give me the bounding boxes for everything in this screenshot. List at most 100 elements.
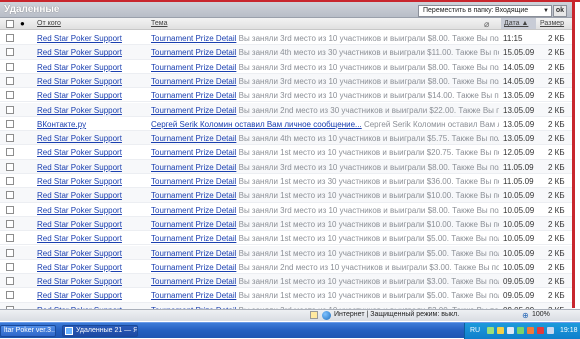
message-row[interactable]: Red Star Poker Support Tournament Prize D… — [0, 131, 574, 146]
message-row[interactable]: Red Star Poker Support Tournament Prize D… — [0, 216, 574, 232]
message-sender[interactable]: Red Star Poker Support — [37, 91, 122, 100]
network-icon[interactable] — [487, 327, 494, 334]
message-row[interactable]: Red Star Poker Support Tournament Prize D… — [0, 245, 574, 260]
taskbar-item-mail[interactable]: Удаленные 21 — Я... — [62, 325, 138, 337]
message-sender[interactable]: ВКонтакте.ру — [37, 120, 86, 129]
message-row[interactable]: Red Star Poker Support Tournament Prize D… — [0, 45, 574, 60]
message-subject-cell[interactable]: Tournament Prize Detail Вы заняли 4th ме… — [151, 134, 499, 143]
message-subject-cell[interactable]: Tournament Prize Detail Вы заняли 3rd ме… — [151, 206, 499, 215]
message-subject-cell[interactable]: Tournament Prize Detail Вы заняли 2nd ме… — [151, 106, 499, 115]
message-subject[interactable]: Сергей Serik Коломин оставил Вам личное … — [151, 120, 362, 129]
message-sender[interactable]: Red Star Poker Support — [37, 77, 122, 86]
volume-icon[interactable] — [507, 327, 514, 334]
message-subject-cell[interactable]: Tournament Prize Detail Вы заняли 1st ме… — [151, 249, 499, 258]
message-sender[interactable]: Red Star Poker Support — [37, 220, 122, 229]
message-sender[interactable]: Red Star Poker Support — [37, 34, 122, 43]
message-sender[interactable]: Red Star Poker Support — [37, 206, 122, 215]
message-sender[interactable]: Red Star Poker Support — [37, 249, 122, 258]
column-size[interactable]: Размер — [540, 20, 564, 27]
message-row[interactable]: Red Star Poker Support Tournament Prize D… — [0, 60, 574, 74]
message-subject-cell[interactable]: Tournament Prize Detail Вы заняли 4th ме… — [151, 48, 499, 57]
message-checkbox[interactable] — [6, 219, 14, 228]
move-to-folder-select[interactable]: Переместить в папку: Входящие ▼ — [418, 5, 552, 17]
message-subject[interactable]: Tournament Prize Detail — [151, 91, 236, 100]
message-subject-cell[interactable]: Tournament Prize Detail Вы заняли 1st ме… — [151, 291, 499, 300]
message-subject[interactable]: Tournament Prize Detail — [151, 148, 236, 157]
message-row[interactable]: Red Star Poker Support Tournament Prize D… — [0, 203, 574, 217]
antivirus-icon[interactable] — [537, 327, 544, 334]
message-subject[interactable]: Tournament Prize Detail — [151, 106, 236, 115]
message-subject[interactable]: Tournament Prize Detail — [151, 206, 236, 215]
message-subject-cell[interactable]: Tournament Prize Detail Вы заняли 1st ме… — [151, 191, 499, 200]
message-sender[interactable]: Red Star Poker Support — [37, 63, 122, 72]
message-row[interactable]: ВКонтакте.ру Сергей Serik Коломин оставил… — [0, 117, 574, 132]
message-checkbox[interactable] — [6, 234, 14, 243]
message-subject-cell[interactable]: Сергей Serik Коломин оставил Вам личное … — [151, 120, 499, 129]
zoom-level[interactable]: 100% — [532, 311, 550, 318]
shield-icon[interactable] — [497, 327, 504, 334]
message-row[interactable]: Red Star Poker Support Tournament Prize D… — [0, 174, 574, 189]
message-sender[interactable]: Red Star Poker Support — [37, 263, 122, 272]
message-checkbox[interactable] — [6, 119, 14, 128]
message-checkbox[interactable] — [6, 148, 14, 157]
message-row[interactable]: Red Star Poker Support Tournament Prize D… — [0, 102, 574, 117]
ok-button[interactable]: ok — [553, 5, 567, 17]
message-checkbox[interactable] — [6, 162, 14, 171]
message-subject[interactable]: Tournament Prize Detail — [151, 48, 236, 57]
message-subject-cell[interactable]: Tournament Prize Detail Вы заняли 3rd ме… — [151, 91, 499, 100]
message-checkbox[interactable] — [6, 177, 14, 185]
message-subject[interactable]: Tournament Prize Detail — [151, 234, 236, 243]
message-subject-cell[interactable]: Tournament Prize Detail Вы заняли 2nd ме… — [151, 263, 499, 272]
message-subject-cell[interactable]: Tournament Prize Detail Вы заняли 1st ме… — [151, 277, 499, 286]
message-row[interactable]: Red Star Poker Support Tournament Prize D… — [0, 31, 574, 46]
message-sender[interactable]: Red Star Poker Support — [37, 291, 122, 300]
message-checkbox[interactable] — [6, 248, 14, 257]
update-icon[interactable] — [527, 327, 534, 334]
message-checkbox[interactable] — [6, 91, 14, 100]
message-sender[interactable]: Red Star Poker Support — [37, 48, 122, 57]
message-sender[interactable]: Red Star Poker Support — [37, 277, 122, 286]
message-subject[interactable]: Tournament Prize Detail — [151, 291, 236, 300]
message-checkbox[interactable] — [6, 291, 14, 300]
message-row[interactable]: Red Star Poker Support Tournament Prize D… — [0, 288, 574, 303]
message-subject-cell[interactable]: Tournament Prize Detail Вы заняли 1st ме… — [151, 148, 499, 157]
message-sender[interactable]: Red Star Poker Support — [37, 134, 122, 143]
attachment-clip-icon[interactable]: ⌀ — [484, 19, 489, 30]
language-indicator[interactable]: RU — [470, 327, 480, 334]
message-subject-cell[interactable]: Tournament Prize Detail Вы заняли 3rd ме… — [151, 63, 499, 72]
column-subject[interactable]: Тема — [151, 20, 167, 27]
message-row[interactable]: Red Star Poker Support Tournament Prize D… — [0, 73, 574, 89]
message-subject-cell[interactable]: Tournament Prize Detail Вы заняли 1st ме… — [151, 234, 499, 243]
message-row[interactable]: Red Star Poker Support Tournament Prize D… — [0, 231, 574, 246]
message-subject-cell[interactable]: Tournament Prize Detail Вы заняли 3rd ме… — [151, 34, 499, 43]
message-row[interactable]: Red Star Poker Support Tournament Prize D… — [0, 274, 574, 289]
message-subject-cell[interactable]: Tournament Prize Detail Вы заняли 1st ме… — [151, 177, 499, 186]
column-from[interactable]: От кого — [37, 20, 61, 27]
message-row[interactable]: Red Star Poker Support Tournament Prize D… — [0, 159, 574, 174]
column-date[interactable]: Дата ▲ — [504, 20, 528, 27]
message-checkbox[interactable] — [6, 105, 14, 114]
message-sender[interactable]: Red Star Poker Support — [37, 191, 122, 200]
message-sender[interactable]: Red Star Poker Support — [37, 106, 122, 115]
message-row[interactable]: Red Star Poker Support Tournament Prize D… — [0, 188, 574, 203]
message-subject[interactable]: Tournament Prize Detail — [151, 134, 236, 143]
message-subject[interactable]: Tournament Prize Detail — [151, 191, 236, 200]
message-subject-cell[interactable]: Tournament Prize Detail Вы заняли 3rd ме… — [151, 77, 499, 86]
message-checkbox[interactable] — [6, 277, 14, 286]
message-sender[interactable]: Red Star Poker Support — [37, 234, 122, 243]
message-sender[interactable]: Red Star Poker Support — [37, 163, 122, 172]
message-checkbox[interactable] — [6, 62, 14, 71]
message-subject[interactable]: Tournament Prize Detail — [151, 263, 236, 272]
message-sender[interactable]: Red Star Poker Support — [37, 148, 122, 157]
message-checkbox[interactable] — [6, 134, 14, 143]
message-subject[interactable]: Tournament Prize Detail — [151, 63, 236, 72]
message-subject-cell[interactable]: Tournament Prize Detail Вы заняли 3rd ме… — [151, 163, 499, 172]
message-subject[interactable]: Tournament Prize Detail — [151, 177, 236, 186]
message-row[interactable]: Red Star Poker Support Tournament Prize D… — [0, 145, 574, 160]
message-subject[interactable]: Tournament Prize Detail — [151, 249, 236, 258]
messenger-icon[interactable] — [517, 327, 524, 334]
message-checkbox[interactable] — [6, 34, 14, 42]
message-checkbox[interactable] — [6, 262, 14, 271]
message-checkbox[interactable] — [6, 48, 14, 57]
message-checkbox[interactable] — [6, 205, 14, 214]
